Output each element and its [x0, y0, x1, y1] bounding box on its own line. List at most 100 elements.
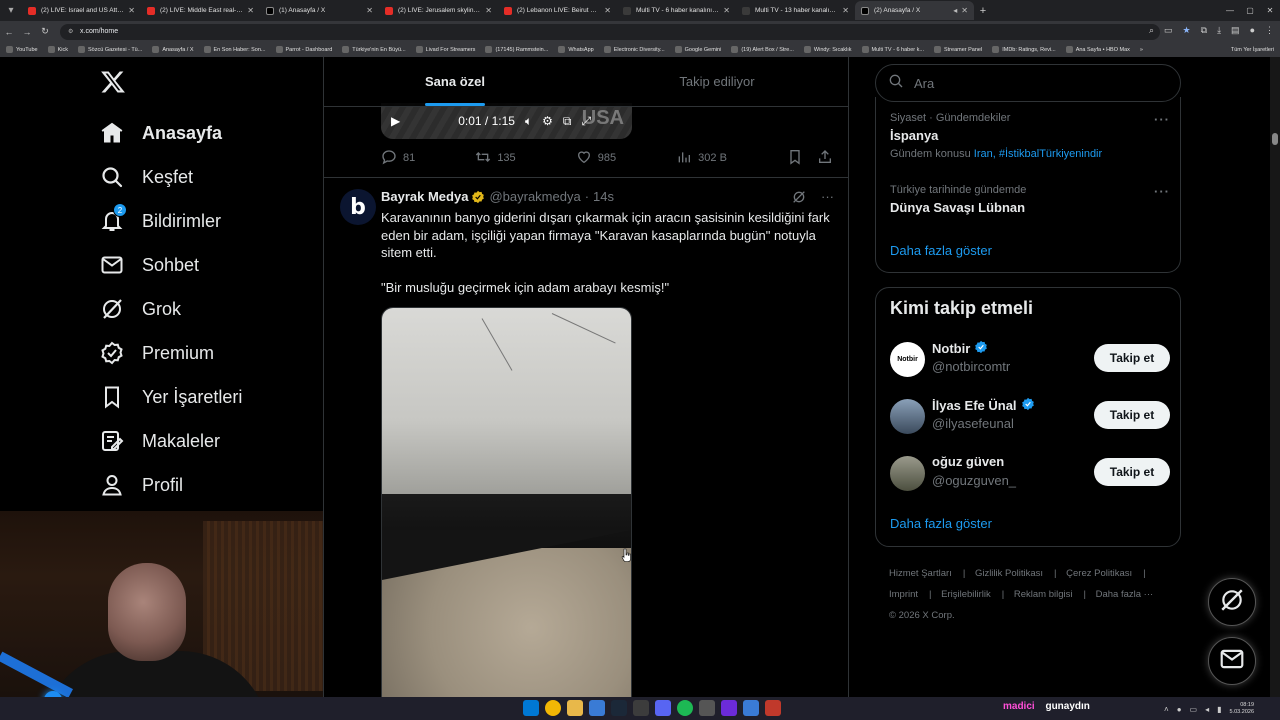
footer-link[interactable]: Çerez Politikası	[1066, 568, 1132, 579]
footer-link[interactable]: Imprint	[889, 589, 918, 600]
bookmark-item[interactable]: (17145) Rammstein...	[485, 46, 548, 53]
page-scrollbar[interactable]	[1270, 57, 1280, 697]
close-window-button[interactable]: ✕	[1260, 0, 1280, 21]
menu-icon[interactable]: ⋮	[1265, 25, 1274, 36]
avatar[interactable]: Notbir	[890, 342, 925, 377]
chevron-up-icon[interactable]: ˄	[1164, 705, 1169, 714]
all-bookmarks-button[interactable]: Tüm Yer İşaretleri	[1231, 47, 1280, 53]
browser-tab[interactable]: Multi TV - 6 haber kanalını ayn ✕	[617, 1, 736, 20]
app-icon[interactable]	[721, 700, 737, 716]
trend-links[interactable]: Iran, #İstikbalTürkiyenindir	[974, 148, 1102, 160]
microphone-icon[interactable]: ●	[1177, 705, 1182, 714]
bookmark-item[interactable]: (19) Alert Box / Stre...	[731, 46, 794, 53]
more-icon[interactable]: ···	[821, 189, 834, 208]
forward-button[interactable]: →	[18, 27, 36, 37]
reload-button[interactable]: ↻	[36, 26, 54, 37]
pip-icon[interactable]: ⧉	[563, 114, 572, 129]
browser-tab[interactable]: (2) LIVE: Jerusalem skyline on D✕	[379, 1, 498, 20]
post-time[interactable]: 14s	[593, 189, 614, 204]
follow-suggestion[interactable]: İlyas Efe Ünal @ilyasefeunal Takip et	[890, 397, 1170, 437]
close-icon[interactable]: ✕	[961, 6, 968, 15]
bookmark-item[interactable]: YouTube	[6, 46, 38, 53]
cast-icon[interactable]: ▭	[1164, 25, 1173, 36]
footer-link[interactable]: Erişilebilirlik	[941, 589, 991, 600]
follow-button[interactable]: Takip et	[1094, 401, 1170, 429]
nav-notifications[interactable]: 2 Bildirimler	[100, 201, 221, 241]
network-icon[interactable]: ▭	[1190, 705, 1198, 714]
nav-explore[interactable]: Keşfet	[100, 157, 193, 197]
avatar[interactable]: b	[340, 189, 376, 225]
bookmark-item[interactable]: Türkiye'nin En Büyü...	[342, 46, 406, 53]
reply-button[interactable]: 81	[381, 149, 415, 168]
app-icon[interactable]	[765, 700, 781, 716]
new-tab-button[interactable]: +	[974, 5, 992, 17]
avatar[interactable]	[890, 399, 925, 434]
profile-icon[interactable]: ●	[1250, 25, 1255, 36]
like-button[interactable]: 985	[576, 149, 616, 168]
chrome-icon[interactable]	[545, 700, 561, 716]
nav-profile[interactable]: Profil	[100, 465, 183, 505]
bookmark-item[interactable]: Parrot - Dashboard	[275, 46, 332, 53]
browser-tab-active[interactable]: (2) Anasayfa / X ◂ ✕	[855, 1, 974, 20]
share-icon[interactable]	[817, 149, 833, 168]
play-icon[interactable]: ▶	[391, 114, 400, 128]
bookmark-item[interactable]: Streamer Panel	[933, 46, 982, 53]
site-info-icon[interactable]: ⚙	[68, 28, 76, 36]
bookmark-item[interactable]: Google Gemini	[674, 46, 721, 53]
footer-link[interactable]: Hizmet Şartları	[889, 568, 952, 579]
app-icon[interactable]	[699, 700, 715, 716]
follow-button[interactable]: Takip et	[1094, 344, 1170, 372]
grok-icon[interactable]	[791, 189, 807, 208]
back-button[interactable]: ←	[0, 27, 18, 37]
star-icon[interactable]: ★	[1183, 25, 1191, 36]
repost-button[interactable]: 135	[475, 149, 516, 168]
close-icon[interactable]: ✕	[366, 6, 373, 15]
follow-suggestion[interactable]: Notbir Notbir @notbircomtr Takip et	[890, 340, 1170, 380]
maximize-button[interactable]: ▢	[1240, 0, 1260, 21]
app-icon[interactable]	[633, 700, 649, 716]
bookmark-item[interactable]: IMDb: Ratings, Revi...	[992, 46, 1056, 53]
close-icon[interactable]: ✕	[604, 6, 611, 15]
scrollbar-thumb[interactable]	[1272, 133, 1278, 145]
more-icon[interactable]: ···	[1154, 184, 1170, 199]
clock[interactable]: 08:19 5.03.2026	[1230, 702, 1254, 716]
bookmark-item[interactable]: Windy: Sıcaklık	[803, 46, 852, 53]
bookmark-icon[interactable]	[787, 149, 803, 168]
bookmark-item[interactable]: Electronic Diversity...	[603, 46, 665, 53]
browser-tab[interactable]: Multi TV - 13 haber kanalını ay ✕	[736, 1, 855, 20]
folder-icon[interactable]	[567, 700, 583, 716]
browser-tab[interactable]: (2) LIVE: Israel and US Attack Ir ✕	[22, 1, 141, 20]
footer-link[interactable]: Gizlilik Politikası	[975, 568, 1043, 579]
bookmark-item[interactable]: En Son Haber: Son...	[203, 46, 266, 53]
author-name[interactable]: Bayrak Medya	[381, 189, 468, 204]
start-icon[interactable]	[523, 700, 539, 716]
footer-link[interactable]: Reklam bilgisi	[1014, 589, 1073, 600]
search-input[interactable]	[914, 75, 1154, 91]
close-icon[interactable]: ✕	[485, 6, 492, 15]
avatar[interactable]	[890, 456, 925, 491]
trend-item[interactable]: Siyaset · Gündemdekiler İspanya Gündem k…	[890, 112, 1170, 160]
zoom-icon[interactable]: ⌕	[1149, 25, 1154, 36]
messages-fab-button[interactable]	[1208, 637, 1256, 685]
browser-tab[interactable]: (2) Lebanon LIVE: Beirut Skylin ✕	[498, 1, 617, 20]
bookmarks-overflow-button[interactable]: »	[1140, 47, 1143, 53]
follow-suggestion[interactable]: oğuz güven @oguzguven_ Takip et	[890, 454, 1170, 494]
app-icon[interactable]	[589, 700, 605, 716]
close-icon[interactable]: ✕	[247, 6, 254, 15]
post-video[interactable]	[381, 307, 632, 697]
browser-tab[interactable]: (2) LIVE: Middle East real-time ✕	[141, 1, 260, 20]
volume-icon[interactable]: 🔈︎	[525, 114, 532, 129]
browser-tab[interactable]: (1) Anasayfa / X ✕	[260, 1, 379, 20]
app-icon[interactable]	[743, 700, 759, 716]
bookmark-item[interactable]: Anasayfa / X	[152, 46, 194, 53]
steam-icon[interactable]	[611, 700, 627, 716]
footer-link[interactable]: Daha fazla ···	[1096, 589, 1154, 600]
nav-bookmarks[interactable]: Yer İşaretleri	[100, 377, 242, 417]
trends-show-more-link[interactable]: Daha fazla göster	[890, 243, 992, 258]
bookmark-item[interactable]: Kick	[47, 46, 68, 53]
trend-item[interactable]: Türkiye tarihinde gündemde Dünya Savaşı …	[890, 184, 1170, 215]
mute-icon[interactable]: ◂	[953, 6, 957, 15]
grok-fab-button[interactable]	[1208, 578, 1256, 626]
volume-icon[interactable]: ◂	[1205, 705, 1209, 714]
close-icon[interactable]: ✕	[842, 6, 849, 15]
